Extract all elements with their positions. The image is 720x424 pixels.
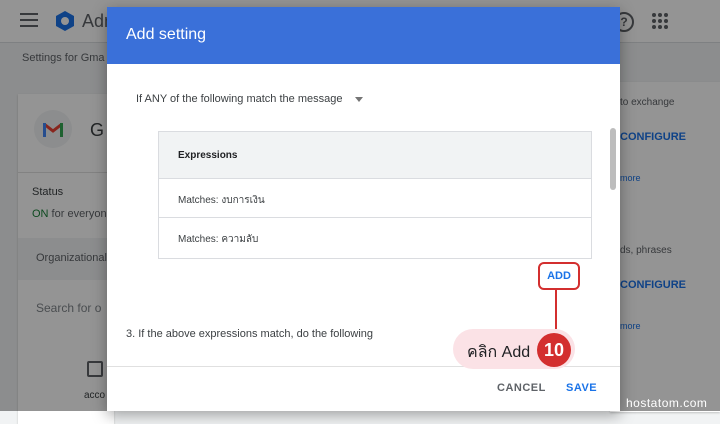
save-button[interactable]: SAVE xyxy=(566,382,597,394)
dialog-scrollbar[interactable] xyxy=(610,128,616,190)
dialog-header: Add setting xyxy=(107,7,620,64)
watermark: hostatom.com xyxy=(626,396,708,410)
table-header: Expressions xyxy=(159,132,591,179)
callout-connector xyxy=(555,288,557,329)
step3-label: 3. If the above expressions match, do th… xyxy=(126,328,374,340)
add-expression-button[interactable]: ADD xyxy=(538,262,580,290)
expressions-header: Expressions xyxy=(178,150,238,161)
expression-cell: Matches: งบการเงิน xyxy=(178,195,265,206)
expression-cell: Matches: ความลับ xyxy=(178,234,259,245)
table-row[interactable]: Matches: งบการเงิน xyxy=(159,179,591,218)
expressions-table: Expressions Matches: งบการเงิน Matches: … xyxy=(158,131,592,259)
table-row[interactable]: Matches: ความลับ xyxy=(159,218,591,256)
callout-text: คลิก Add xyxy=(467,344,531,361)
dialog-title: Add setting xyxy=(126,26,207,43)
dropdown-caret-icon[interactable] xyxy=(355,97,363,102)
cancel-button[interactable]: CANCEL xyxy=(497,382,546,394)
dialog-footer: CANCEL SAVE xyxy=(107,366,620,411)
step-number-badge: 10 xyxy=(537,333,571,367)
match-condition-select[interactable]: If ANY of the following match the messag… xyxy=(136,93,342,105)
